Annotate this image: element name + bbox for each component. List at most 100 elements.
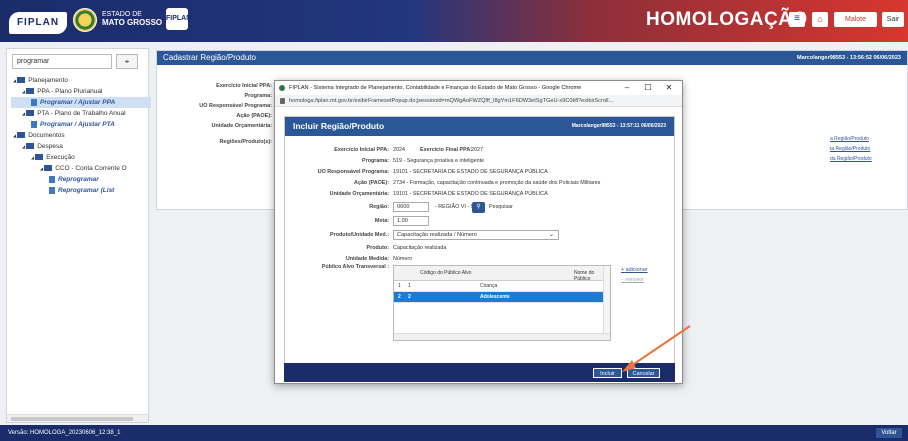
- produto-select[interactable]: Capacitação realizada / Número ⌄: [393, 230, 559, 240]
- row-nome: Criança: [480, 283, 498, 289]
- malote-button[interactable]: Malote: [834, 12, 877, 27]
- remover-link[interactable]: − remover: [621, 277, 644, 283]
- dialog-header: Incluir Região/Produto Marcolanger98553 …: [285, 117, 674, 136]
- tree-item[interactable]: Programar / Ajustar PTA: [11, 119, 151, 130]
- folder-icon: [44, 165, 53, 172]
- tree-item[interactable]: ◢ Despesa: [11, 141, 151, 152]
- sidebar: programar ⌖ ◢ Planejamento ◢ PPA - Plano …: [6, 48, 151, 423]
- tree-item[interactable]: ◢ Documentos: [11, 130, 151, 141]
- row-number: 2: [398, 294, 401, 300]
- search-icon[interactable]: ⚲: [472, 202, 485, 213]
- unidade-medida-label: Unidade Medida:: [345, 256, 389, 262]
- chrome-popup-window: FIPLAN - Sistema Integrado de Planejamen…: [274, 80, 683, 384]
- url-text: homologa.fiplan.mt.gov.br/exibirFrameset…: [289, 98, 614, 104]
- main-label: Exercício Inicial PPA:: [216, 83, 272, 89]
- region-link[interactable]: da Região/Produto: [830, 156, 872, 162]
- page-title: Cadastrar Região/Produto: [163, 53, 256, 62]
- folder-icon: [26, 143, 35, 150]
- adicionar-link[interactable]: + adicionar: [621, 267, 648, 273]
- grid-horizontal-scrollbar[interactable]: [394, 333, 610, 340]
- uo-label: UO Responsável Programa:: [317, 169, 389, 175]
- row-regiao: Região: 0600 - REGIÃO VI - SUL ⚲ Pesquis…: [285, 202, 676, 213]
- row-unidade: Unidade Orçamentária: 19101 - SECRETARIA…: [285, 190, 676, 200]
- uo-value: 19101 - SECRETARIA DE ESTADO DE SEGURANÇ…: [393, 169, 548, 175]
- window-title: FIPLAN - Sistema Integrado de Planejamen…: [289, 85, 582, 91]
- tree-item[interactable]: ◢ PPA - Plano Plurianual: [11, 86, 151, 97]
- adicionar-label: adicionar: [625, 267, 648, 273]
- tree-item-label: Programar / Ajustar PPA: [40, 99, 116, 106]
- regiao-label: Região:: [369, 204, 389, 210]
- state-name: ESTADO DE MATO GROSSO: [102, 11, 162, 28]
- tree-item-label: PPA - Plano Plurianual: [37, 88, 103, 95]
- main-label: Regiões/Produto(s):: [219, 139, 272, 145]
- document-icon: [31, 120, 37, 128]
- acao-label: Ação (PAOE):: [354, 180, 389, 186]
- tree-item[interactable]: Programar / Ajustar PPA: [11, 97, 151, 108]
- tree-item-label: Documentos: [28, 132, 65, 139]
- meta-input[interactable]: 1,00: [393, 216, 429, 226]
- minimize-icon[interactable]: –: [620, 81, 634, 95]
- top-header: FIPLAN ESTADO DE MATO GROSSO FIPLAN HOMO…: [0, 0, 908, 42]
- lock-icon: [280, 98, 285, 104]
- document-icon: [49, 186, 55, 194]
- tree-item[interactable]: ◢ Planejamento: [11, 75, 151, 86]
- menu-search-input[interactable]: programar: [12, 54, 112, 69]
- row-uo: UO Responsável Programa: 19101 - SECRETA…: [285, 168, 676, 178]
- menu-tree: ◢ Planejamento ◢ PPA - Plano Plurianual Pr…: [11, 75, 151, 196]
- tree-item[interactable]: Reprogramar: [11, 174, 151, 185]
- table-row[interactable]: 2 2 Adolescente: [394, 292, 610, 303]
- cancelar-button[interactable]: Cancelar: [627, 368, 660, 378]
- remover-label: remover: [625, 277, 644, 283]
- scroll-thumb[interactable]: [11, 417, 133, 421]
- tree-item[interactable]: Reprogramar (List: [11, 185, 151, 196]
- sidebar-scrollbar[interactable]: [7, 414, 148, 422]
- regiao-input[interactable]: 0600: [393, 202, 429, 212]
- pesquisar-link[interactable]: Pesquisar: [489, 204, 513, 210]
- row-nome: Adolescente: [480, 294, 510, 300]
- programa-label: Programa:: [362, 158, 389, 164]
- incluir-button[interactable]: Incluir: [593, 368, 622, 378]
- tree-item-label: CCO - Conta Corrente O: [55, 165, 127, 172]
- home-icon[interactable]: ⌂: [812, 12, 828, 27]
- unidade-label: Unidade Orçamentária:: [329, 191, 389, 197]
- tree-item-label: Despesa: [37, 143, 63, 150]
- unidade-medida-value: Número: [393, 256, 413, 262]
- voltar-button[interactable]: Voltar: [876, 428, 902, 438]
- favicon-icon: [279, 85, 285, 91]
- app-icon[interactable]: FIPLAN: [166, 8, 191, 30]
- exercicio-final-label: Exercício Final PPA:: [420, 147, 473, 153]
- tree-item[interactable]: ◢ PTA - Plano de Trabalho Anual: [11, 108, 151, 119]
- tree-item-label: Reprogramar: [58, 176, 99, 183]
- produto-value: Capacitação realizada: [393, 245, 447, 251]
- main-label: UO Responsável Programa:: [199, 103, 272, 109]
- acao-value: 2734 - Formação, capacitação continuada …: [393, 180, 601, 186]
- main-label: Programa:: [244, 93, 272, 99]
- sair-button[interactable]: Sair: [882, 12, 904, 27]
- row-programa: Programa: 519 - Segurança proativa e int…: [285, 157, 676, 167]
- tree-item[interactable]: ◢ CCO - Conta Corrente O: [11, 163, 151, 174]
- publico-alvo-grid: Código do Público Alvo Nome do Público 1…: [393, 265, 611, 341]
- table-row[interactable]: 1 1 Criança: [394, 281, 610, 292]
- environment-title: HOMOLOGAÇÃO: [646, 9, 808, 30]
- search-button[interactable]: ⌖: [116, 54, 138, 69]
- close-icon[interactable]: ✕: [662, 81, 676, 95]
- menu-icon[interactable]: ≡: [789, 12, 805, 27]
- row-number: 1: [398, 283, 401, 289]
- folder-icon: [26, 110, 35, 117]
- tree-item[interactable]: ◢ Execução: [11, 152, 151, 163]
- grid-vertical-scrollbar[interactable]: [603, 266, 610, 334]
- region-link[interactable]: a Região/Produto: [830, 136, 869, 142]
- incluir-dialog: Incluir Região/Produto Marcolanger98553 …: [284, 116, 675, 382]
- exercicio-final-value: 2027: [471, 147, 483, 153]
- row-produto: Produto/Unidade Med.: Capacitação realiz…: [285, 230, 676, 241]
- produto-select-value: Capacitação realizada / Número: [397, 232, 477, 238]
- tree-item-label: Execução: [46, 154, 75, 161]
- document-icon: [31, 98, 37, 106]
- row-acao: Ação (PAOE): 2734 - Formação, capacitaçã…: [285, 179, 676, 189]
- publico-alvo-label: Público Alvo Transversal :: [321, 264, 389, 270]
- address-bar[interactable]: homologa.fiplan.mt.gov.br/exibirFrameset…: [275, 95, 682, 107]
- tree-item-label: Programar / Ajustar PTA: [40, 121, 115, 128]
- region-link[interactable]: ta Região/Produto: [830, 146, 870, 152]
- state-seal-icon: [73, 8, 97, 32]
- maximize-icon[interactable]: ☐: [641, 81, 655, 95]
